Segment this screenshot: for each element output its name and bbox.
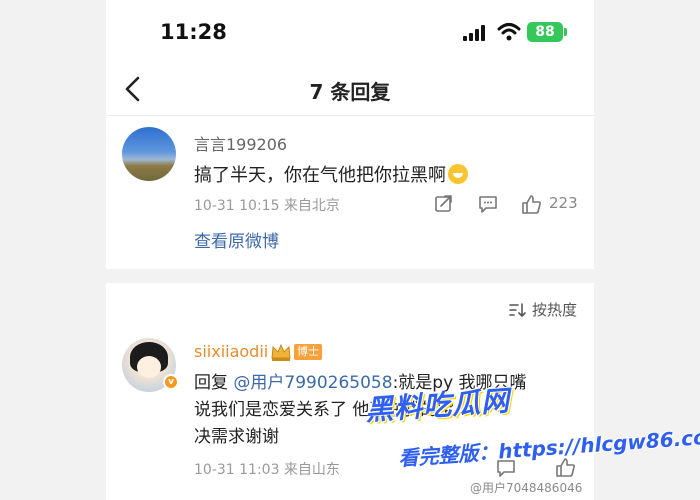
comment-meta: 10-31 10:15 来自北京 — [194, 198, 340, 214]
status-bar: 11:28 88 — [106, 0, 594, 64]
sort-icon — [509, 302, 526, 317]
like-count: 223 — [549, 194, 578, 212]
signal-icon — [463, 25, 485, 41]
avatar-face — [137, 356, 161, 378]
repost-icon[interactable] — [433, 193, 455, 215]
sort-label: 按热度 — [532, 301, 578, 319]
avatar[interactable] — [122, 127, 176, 181]
page-title: 7 条回复 — [309, 80, 391, 104]
level-badge: 博士 — [294, 344, 322, 360]
watermark-user: @用户7048486046 — [470, 481, 583, 495]
comment-text: 搞了半天，你在气他把你拉黑啊 — [194, 161, 468, 187]
wifi-icon — [497, 23, 521, 41]
reply-prefix: 回复 — [194, 373, 234, 393]
status-time: 11:28 — [160, 20, 227, 44]
laugh-emoji-icon — [448, 164, 468, 184]
reply-meta: 10-31 11:03 来自山东 — [194, 462, 340, 478]
crown-icon — [271, 343, 291, 361]
section-divider — [106, 269, 594, 283]
like-icon[interactable] — [520, 193, 542, 215]
comment-icon[interactable] — [477, 193, 499, 215]
original-comment: 言言199206 搞了半天，你在气他把你拉黑啊 10-31 10:15 来自北京… — [106, 117, 594, 269]
comment-text-body: 搞了半天，你在气他把你拉黑啊 — [194, 165, 446, 186]
sort-by-hot-button[interactable]: 按热度 — [508, 299, 577, 320]
reply-username[interactable]: siixiiaodii — [194, 342, 268, 361]
verified-badge-icon: v — [163, 374, 179, 390]
battery-icon: 88 — [527, 22, 567, 42]
phone-screen: 11:28 88 7 条回复 言言199206 搞了半天，你在气他把你拉黑啊 1… — [106, 0, 594, 500]
nav-bar: 7 条回复 — [106, 64, 594, 116]
view-original-link[interactable]: 查看原微博 — [194, 227, 279, 252]
comment-username[interactable]: 言言199206 — [194, 131, 287, 155]
